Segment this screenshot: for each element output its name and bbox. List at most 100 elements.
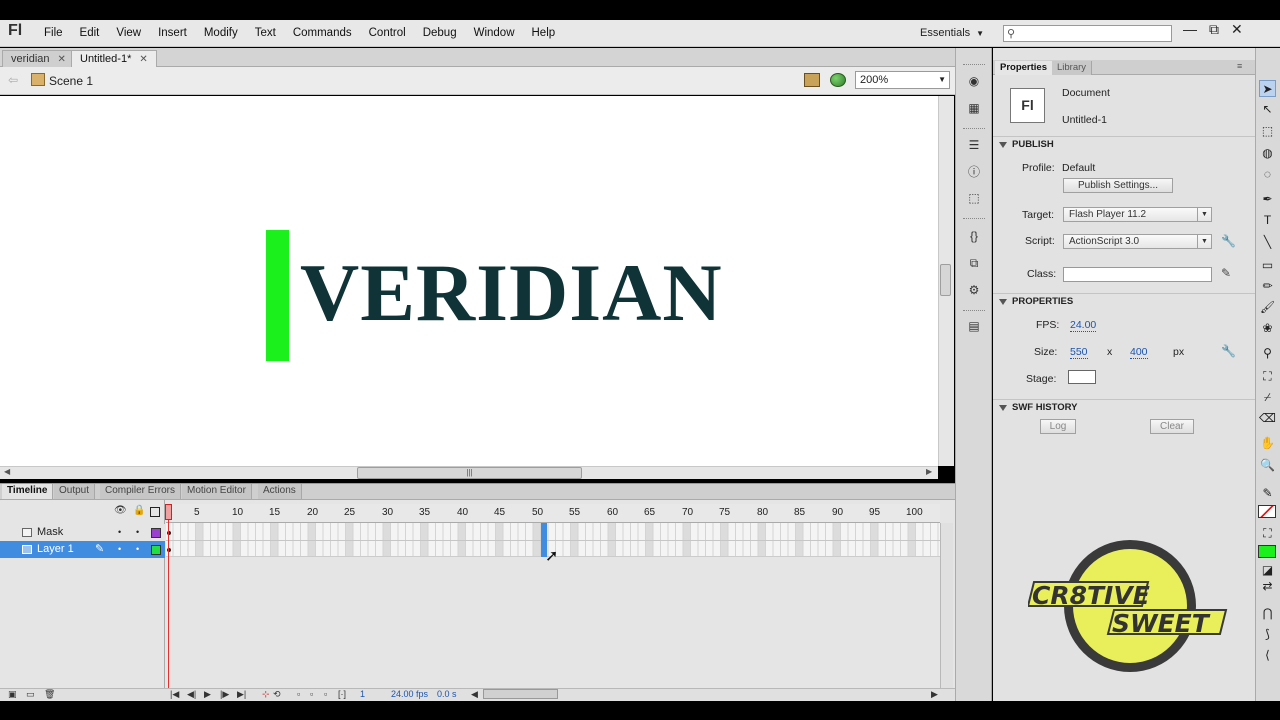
step-forward-icon[interactable]: |▶ <box>220 689 229 700</box>
eye-icon[interactable]: 👁 <box>114 505 127 516</box>
layer-row-layer1[interactable]: Layer 1 ✎ • • <box>0 541 165 558</box>
width-value[interactable]: 550 <box>1070 346 1088 359</box>
black-white-icon[interactable]: ◪ <box>1259 562 1276 579</box>
lock-icon[interactable]: 🔒 <box>133 505 145 516</box>
visibility-dot[interactable]: • <box>118 524 121 541</box>
stage-color-swatch[interactable] <box>1068 370 1096 384</box>
tab-motion-editor[interactable]: Motion Editor <box>182 484 252 499</box>
close-icon[interactable]: ✕ <box>139 54 147 65</box>
restore-button[interactable]: ⧉ <box>1209 21 1219 38</box>
components-icon[interactable]: ⧉ <box>966 256 982 271</box>
tab-output[interactable]: Output <box>54 484 96 499</box>
publish-settings-button[interactable]: Publish Settings... <box>1063 178 1173 193</box>
new-folder-icon[interactable]: ▭ <box>26 689 35 700</box>
free-transform-tool-icon[interactable]: ⬚ <box>1259 123 1276 140</box>
height-value[interactable]: 400 <box>1130 346 1148 359</box>
scroll-left-icon[interactable]: ◀ <box>471 689 478 700</box>
tab-actions[interactable]: Actions <box>258 484 302 499</box>
snap-magnet-icon[interactable]: ⋂ <box>1259 605 1276 622</box>
center-frame-icon[interactable]: ⊹ <box>262 689 270 700</box>
timeline-vertical-scrollbar[interactable] <box>940 523 953 688</box>
edit-symbols-icon[interactable] <box>830 73 846 87</box>
info-icon[interactable]: ⓘ <box>966 165 982 180</box>
straighten-icon[interactable]: ⟨ <box>1259 647 1276 664</box>
rectangle-tool-icon[interactable]: ▭ <box>1259 257 1276 274</box>
swap-colors-icon[interactable]: ⇄ <box>1259 578 1276 595</box>
loop-icon[interactable]: ⟲ <box>273 689 281 700</box>
selection-tool-icon[interactable]: ➤ <box>1259 80 1276 97</box>
hand-tool-icon[interactable]: ✋ <box>1259 435 1276 452</box>
dock-grip[interactable] <box>963 128 985 130</box>
color-wheel-icon[interactable]: ◉ <box>966 74 982 89</box>
menu-help[interactable]: Help <box>532 27 556 39</box>
swatches-grid-icon[interactable]: ▦ <box>966 101 982 116</box>
menu-modify[interactable]: Modify <box>204 27 238 39</box>
doc-tab-veridian[interactable]: veridian ✕ <box>2 50 75 67</box>
menu-window[interactable]: Window <box>474 27 515 39</box>
edit-scene-icon[interactable] <box>804 73 820 87</box>
dock-grip[interactable] <box>963 64 985 66</box>
close-button[interactable]: ✕ <box>1231 21 1243 38</box>
menu-edit[interactable]: Edit <box>80 27 100 39</box>
eyedropper-tool-icon[interactable]: ⌿ <box>1259 389 1276 406</box>
eraser-tool-icon[interactable]: ⌫ <box>1259 410 1276 427</box>
menu-text[interactable]: Text <box>255 27 276 39</box>
tab-timeline[interactable]: Timeline <box>2 484 54 499</box>
search-input[interactable]: ⚲ <box>1003 25 1172 42</box>
step-back-icon[interactable]: ◀| <box>187 689 196 700</box>
clear-button[interactable]: Clear <box>1150 419 1194 434</box>
transform-icon[interactable]: ⬚ <box>966 191 982 206</box>
go-to-last-frame-icon[interactable]: ▶| <box>237 689 246 700</box>
menu-view[interactable]: View <box>116 27 141 39</box>
mask-rectangle[interactable] <box>266 230 289 361</box>
trash-icon[interactable]: 🗑 <box>44 689 55 700</box>
scroll-right-icon[interactable]: ▶ <box>926 467 932 476</box>
log-button[interactable]: Log <box>1040 419 1076 434</box>
wrench-icon[interactable]: 🔧 <box>1221 234 1236 248</box>
class-input[interactable] <box>1063 267 1212 282</box>
minimize-button[interactable]: — <box>1183 21 1197 38</box>
stage-vertical-scroll-thumb[interactable] <box>940 264 951 296</box>
3d-rotation-tool-icon[interactable]: ◍ <box>1259 145 1276 162</box>
fill-color-swatch[interactable] <box>1258 545 1276 558</box>
bone-tool-icon[interactable]: ⚲ <box>1259 345 1276 362</box>
subselection-tool-icon[interactable]: ↖ <box>1259 101 1276 118</box>
zoom-select[interactable]: 200% ▼ <box>855 71 950 89</box>
text-tool-icon[interactable]: T <box>1259 212 1276 229</box>
pencil-icon[interactable]: ✎ <box>1221 266 1231 280</box>
scroll-right-icon[interactable]: ▶ <box>931 689 938 700</box>
workspace-selector[interactable]: Essentials ▼ <box>920 27 984 39</box>
tab-compiler-errors[interactable]: Compiler Errors <box>100 484 182 499</box>
visibility-dot[interactable]: • <box>118 541 121 558</box>
section-swf-history[interactable]: SWF HISTORY <box>993 399 1255 415</box>
stage-horizontal-scroll-thumb[interactable]: ||| <box>357 467 582 479</box>
timeline-horizontal-scroll-thumb[interactable] <box>483 689 558 699</box>
dock-grip[interactable] <box>963 218 985 220</box>
menu-debug[interactable]: Debug <box>423 27 457 39</box>
line-tool-icon[interactable]: ╲ <box>1259 234 1276 251</box>
doc-tab-untitled[interactable]: Untitled-1* ✕ <box>71 50 157 67</box>
frame-rate[interactable]: 24.00 fps <box>391 689 428 699</box>
target-select[interactable]: Flash Player 11.2 ▼ <box>1063 207 1212 222</box>
menu-file[interactable]: File <box>44 27 63 39</box>
close-icon[interactable]: ✕ <box>58 54 66 65</box>
section-properties[interactable]: PROPERTIES <box>993 293 1255 309</box>
modify-markers-icon[interactable]: [·] <box>338 689 346 699</box>
tab-library[interactable]: Library <box>1052 61 1093 75</box>
back-arrow-icon[interactable]: ⇦ <box>8 73 18 87</box>
code-snippets-icon[interactable]: {} <box>966 229 982 244</box>
onion-skin-icon[interactable]: ▫ <box>297 689 300 699</box>
layer-color-swatch[interactable] <box>151 528 161 538</box>
menu-insert[interactable]: Insert <box>158 27 187 39</box>
motion-presets-icon[interactable]: ⚙ <box>966 283 982 298</box>
frame-ruler[interactable] <box>166 504 940 523</box>
paint-bucket-tool-icon[interactable]: ⛶ <box>1259 368 1276 385</box>
scroll-left-icon[interactable]: ◀ <box>4 467 10 476</box>
panel-menu-icon[interactable]: ≡ <box>1237 61 1242 71</box>
new-layer-icon[interactable]: ▣ <box>8 689 17 700</box>
current-frame[interactable]: 1 <box>360 689 365 699</box>
play-icon[interactable]: ▶ <box>204 689 211 700</box>
align-icon[interactable]: ☰ <box>966 138 982 153</box>
dock-grip[interactable] <box>963 310 985 312</box>
onion-outline-icon[interactable]: ▫ <box>310 689 313 699</box>
